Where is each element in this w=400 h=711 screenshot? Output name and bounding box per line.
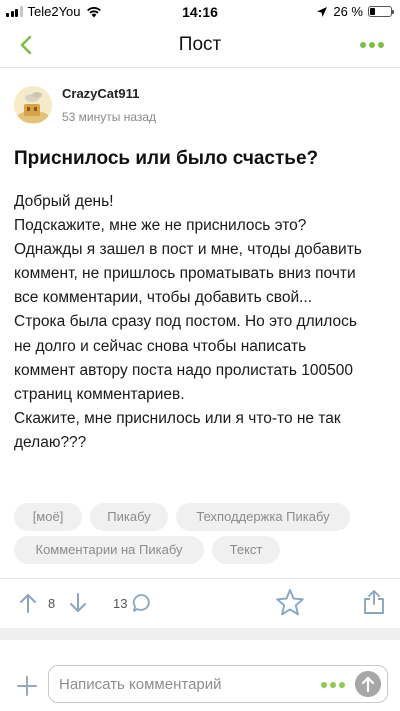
post-body-line: Подскажите, мне же не приснилось это?: [14, 217, 307, 235]
rating-count: 8: [48, 596, 56, 611]
post-body-line: делаю???: [14, 433, 87, 451]
comment-input[interactable]: Написать комментарий: [48, 665, 388, 703]
post-body-line: Однажды я зашел в пост и мне, чтоды доба…: [14, 241, 362, 259]
star-icon[interactable]: [275, 588, 305, 617]
plus-icon[interactable]: [16, 675, 38, 697]
page-title: Пост: [178, 34, 222, 55]
tag-moe[interactable]: [моё]: [14, 503, 82, 531]
location-arrow-icon: [317, 6, 328, 17]
post-body-line: коммент автору поста надо пролистать 100…: [14, 361, 353, 379]
tag-pikabu[interactable]: Пикабу: [90, 503, 168, 531]
avatar-image: [14, 86, 52, 124]
post-body: Добрый день! Подскажите, мне же не присн…: [14, 190, 392, 455]
comment-bubble-icon[interactable]: [132, 593, 152, 613]
comment-bar: Написать комментарий: [0, 640, 400, 711]
actions-divider: [0, 578, 400, 579]
post-body-line: все комментарии, чтобы добавить свой...: [14, 289, 313, 307]
battery-icon: [368, 6, 394, 17]
input-more-icon[interactable]: [321, 682, 345, 688]
post-body-line: Добрый день!: [14, 193, 114, 210]
post-body-line: не долго и сейчас снова чтобы написать: [14, 337, 307, 355]
avatar[interactable]: [14, 86, 52, 124]
status-right: 26 %: [316, 4, 394, 19]
tag-comments[interactable]: Комментарии на Пикабу: [14, 536, 204, 564]
author-name[interactable]: CrazyCat911: [62, 86, 139, 101]
nav-header: Пост: [0, 24, 400, 66]
battery-percent: 26 %: [333, 4, 363, 19]
post-actions: 8 13: [0, 584, 400, 622]
upvote-icon[interactable]: [18, 592, 38, 614]
battery-level: [370, 8, 376, 15]
header-divider: [0, 67, 400, 68]
tag-support[interactable]: Техподдержка Пикабу: [176, 503, 350, 531]
comments-count[interactable]: 13: [113, 596, 127, 611]
section-separator: [0, 628, 400, 640]
post-body-line: Строка была сразу под постом. Но это дли…: [14, 313, 357, 331]
downvote-icon[interactable]: [68, 592, 88, 614]
post-title: Приснилось или было счастье?: [14, 148, 319, 169]
status-bar: Tele2You 14:16 26 %: [0, 0, 400, 24]
post-body-line: страниц комментариев.: [14, 385, 185, 403]
more-icon[interactable]: [360, 36, 386, 54]
post-body-line: Скажите, мне приснилось или я что-то не …: [14, 409, 341, 427]
tag-text[interactable]: Текст: [212, 536, 280, 564]
comment-placeholder: Написать комментарий: [59, 676, 222, 693]
send-icon[interactable]: [355, 671, 381, 697]
share-icon[interactable]: [362, 589, 386, 615]
post-body-line: коммент, не пришлось проматывать вниз по…: [14, 265, 356, 283]
post-time: 53 минуты назад: [62, 110, 157, 124]
